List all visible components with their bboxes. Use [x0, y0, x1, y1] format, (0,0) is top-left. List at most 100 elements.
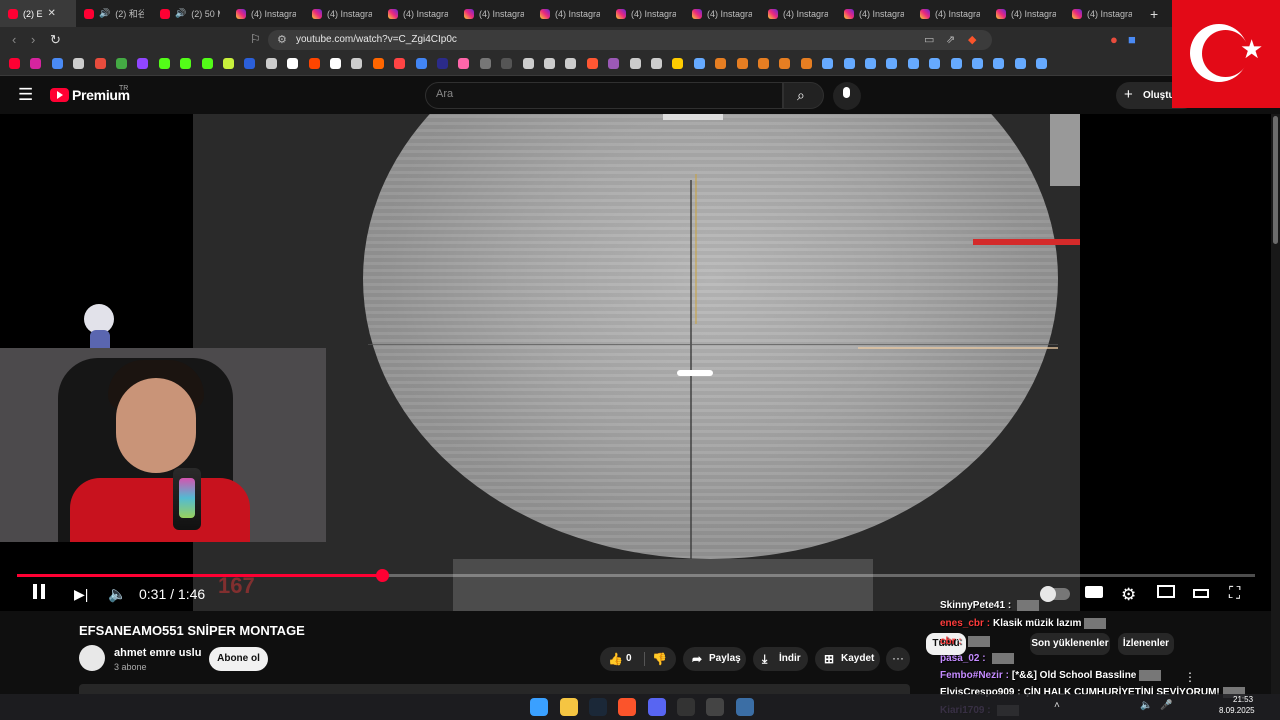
bookmark-icon[interactable] — [137, 58, 149, 69]
browser-tab[interactable]: (4) Instagram — [532, 0, 608, 27]
bookmark-icon[interactable] — [651, 58, 662, 69]
bookmark-icon[interactable] — [522, 58, 534, 69]
back-icon[interactable]: ‹ — [12, 32, 16, 47]
bookmark-icon[interactable] — [672, 58, 684, 69]
bookmark-icon[interactable] — [51, 58, 63, 69]
browser-tab[interactable]: (4) Instagram — [1064, 0, 1140, 27]
bookmark-icon[interactable] — [351, 58, 363, 69]
clock-time[interactable]: 21:53 — [1233, 695, 1253, 704]
voice-search-button[interactable] — [833, 82, 861, 110]
bookmark-icon[interactable]: ⚐ — [250, 32, 261, 46]
page-scrollbar[interactable] — [1271, 114, 1280, 694]
bookmark-icon[interactable] — [9, 58, 20, 69]
video-player[interactable]: 167 ▶| 🔈 0:31 / 1:46 ⚙ ⛶ — [0, 114, 1280, 611]
bookmark-icon[interactable] — [94, 58, 106, 69]
discord-icon[interactable] — [648, 698, 666, 716]
brave-icon[interactable] — [618, 698, 636, 716]
extension-icon[interactable]: ● — [1110, 32, 1118, 47]
browser-tab[interactable]: 🔊 (2) 50 M — [152, 0, 228, 27]
browser-tab[interactable]: (4) Instagram — [988, 0, 1064, 27]
browser-tab[interactable]: (2) E ✕ — [0, 0, 76, 27]
bookmark-icon[interactable] — [394, 58, 406, 69]
share-button[interactable]: ➦ Paylaş — [683, 647, 746, 671]
brave-shield-icon[interactable]: ◆ — [968, 33, 976, 46]
browser-tab[interactable]: (4) Instagram — [836, 0, 912, 27]
browser-tab[interactable]: (4) Instagram — [608, 0, 684, 27]
thumbs-down-icon[interactable]: 👎 — [652, 647, 667, 671]
bookmark-icon[interactable] — [458, 58, 470, 69]
bookmark-icon[interactable] — [30, 58, 42, 69]
bookmark-icon[interactable] — [116, 58, 127, 69]
chevron-up-icon[interactable]: ˄ — [1054, 700, 1060, 711]
bookmark-icon[interactable] — [715, 58, 727, 69]
browser-tab[interactable]: (4) Instagram — [304, 0, 380, 27]
bookmark-icon[interactable] — [201, 58, 213, 69]
scroll-thumb[interactable] — [1273, 116, 1278, 244]
close-icon[interactable]: ✕ — [48, 8, 56, 19]
thumbs-up-icon[interactable]: 👍 — [608, 647, 623, 671]
bookmark-icon[interactable] — [736, 58, 748, 69]
hamburger-icon[interactable]: ☰ — [18, 85, 33, 105]
bookmark-icon[interactable] — [330, 58, 341, 69]
channel-avatar[interactable] — [79, 645, 105, 671]
bookmark-icon[interactable] — [608, 58, 620, 69]
forward-icon[interactable]: › — [31, 32, 35, 47]
bookmark-icon[interactable] — [372, 58, 384, 69]
bookmark-icon[interactable] — [972, 58, 983, 69]
bookmark-icon[interactable] — [586, 58, 598, 69]
app-icon[interactable] — [677, 698, 695, 716]
search-button[interactable]: ⌕ — [783, 82, 824, 109]
speaker-icon[interactable]: 🔊 — [99, 8, 110, 19]
fullscreen-button[interactable]: ⛶ — [1229, 585, 1240, 603]
bookmark-icon[interactable] — [265, 58, 277, 69]
bookmark-icon[interactable] — [1036, 58, 1048, 69]
clock-date[interactable]: 8.09.2025 — [1219, 706, 1255, 715]
browser-tab[interactable]: (4) Instagram — [456, 0, 532, 27]
bookmark-icon[interactable] — [865, 58, 876, 69]
like-count[interactable]: 0 — [626, 647, 632, 671]
browser-tab[interactable]: (4) Instagram — [912, 0, 988, 27]
bookmark-icon[interactable] — [800, 58, 812, 69]
description-box[interactable] — [79, 684, 910, 694]
bookmark-icon[interactable] — [565, 58, 577, 69]
bookmark-icon[interactable] — [929, 58, 941, 69]
bookmark-icon[interactable] — [993, 58, 1005, 69]
volume-icon[interactable]: 🔈 — [1140, 700, 1152, 711]
browser-tab[interactable]: (4) Instagram — [760, 0, 836, 27]
bookmark-icon[interactable] — [287, 58, 299, 69]
bookmark-icon[interactable] — [758, 58, 769, 69]
download-button[interactable]: ⤓ İndir — [753, 647, 808, 671]
bookmark-icon[interactable] — [907, 58, 919, 69]
reload-icon[interactable]: ↻ — [50, 32, 61, 48]
bookmark-icon[interactable] — [479, 58, 491, 69]
bookmark-icon[interactable] — [415, 58, 427, 69]
bookmark-icon[interactable] — [244, 58, 256, 69]
channel-name[interactable]: ahmet emre uslu — [114, 647, 201, 659]
bookmark-icon[interactable] — [950, 58, 962, 69]
share-page-icon[interactable]: ⇗ — [946, 33, 955, 46]
bookmark-icon[interactable] — [629, 58, 641, 69]
bookmark-icon[interactable] — [822, 58, 834, 69]
progress-bar[interactable] — [17, 569, 1255, 582]
save-button[interactable]: ⊞ Kaydet — [815, 647, 880, 671]
bookmark-icon[interactable] — [1014, 58, 1026, 69]
bookmark-icon[interactable] — [693, 58, 705, 69]
file-explorer-icon[interactable] — [560, 698, 578, 716]
bookmark-icon[interactable] — [544, 58, 555, 69]
browser-tab[interactable]: (4) Instagram — [228, 0, 304, 27]
more-actions-button[interactable]: ··· — [886, 647, 910, 671]
browser-tab[interactable]: (4) Instagram — [684, 0, 760, 27]
app-icon[interactable] — [736, 698, 754, 716]
bookmark-icon[interactable] — [886, 58, 898, 69]
url-text[interactable]: youtube.com/watch?v=C_Zgi4CIp0c — [296, 34, 457, 45]
site-info-icon[interactable]: ⚙ — [277, 33, 287, 46]
extension-icon[interactable]: ■ — [1128, 32, 1136, 47]
bookmark-icon[interactable] — [180, 58, 192, 69]
bookmark-icon[interactable] — [308, 58, 320, 69]
bookmark-icon[interactable] — [843, 58, 855, 69]
subscribe-button[interactable]: Abone ol — [209, 647, 268, 671]
volume-icon[interactable]: 🔈 — [108, 585, 127, 603]
address-bar[interactable]: ⚙ youtube.com/watch?v=C_Zgi4CIp0c ▭ ⇗ ◆ — [268, 30, 992, 50]
pause-button[interactable] — [33, 584, 49, 604]
bookmark-icon[interactable] — [223, 58, 234, 69]
